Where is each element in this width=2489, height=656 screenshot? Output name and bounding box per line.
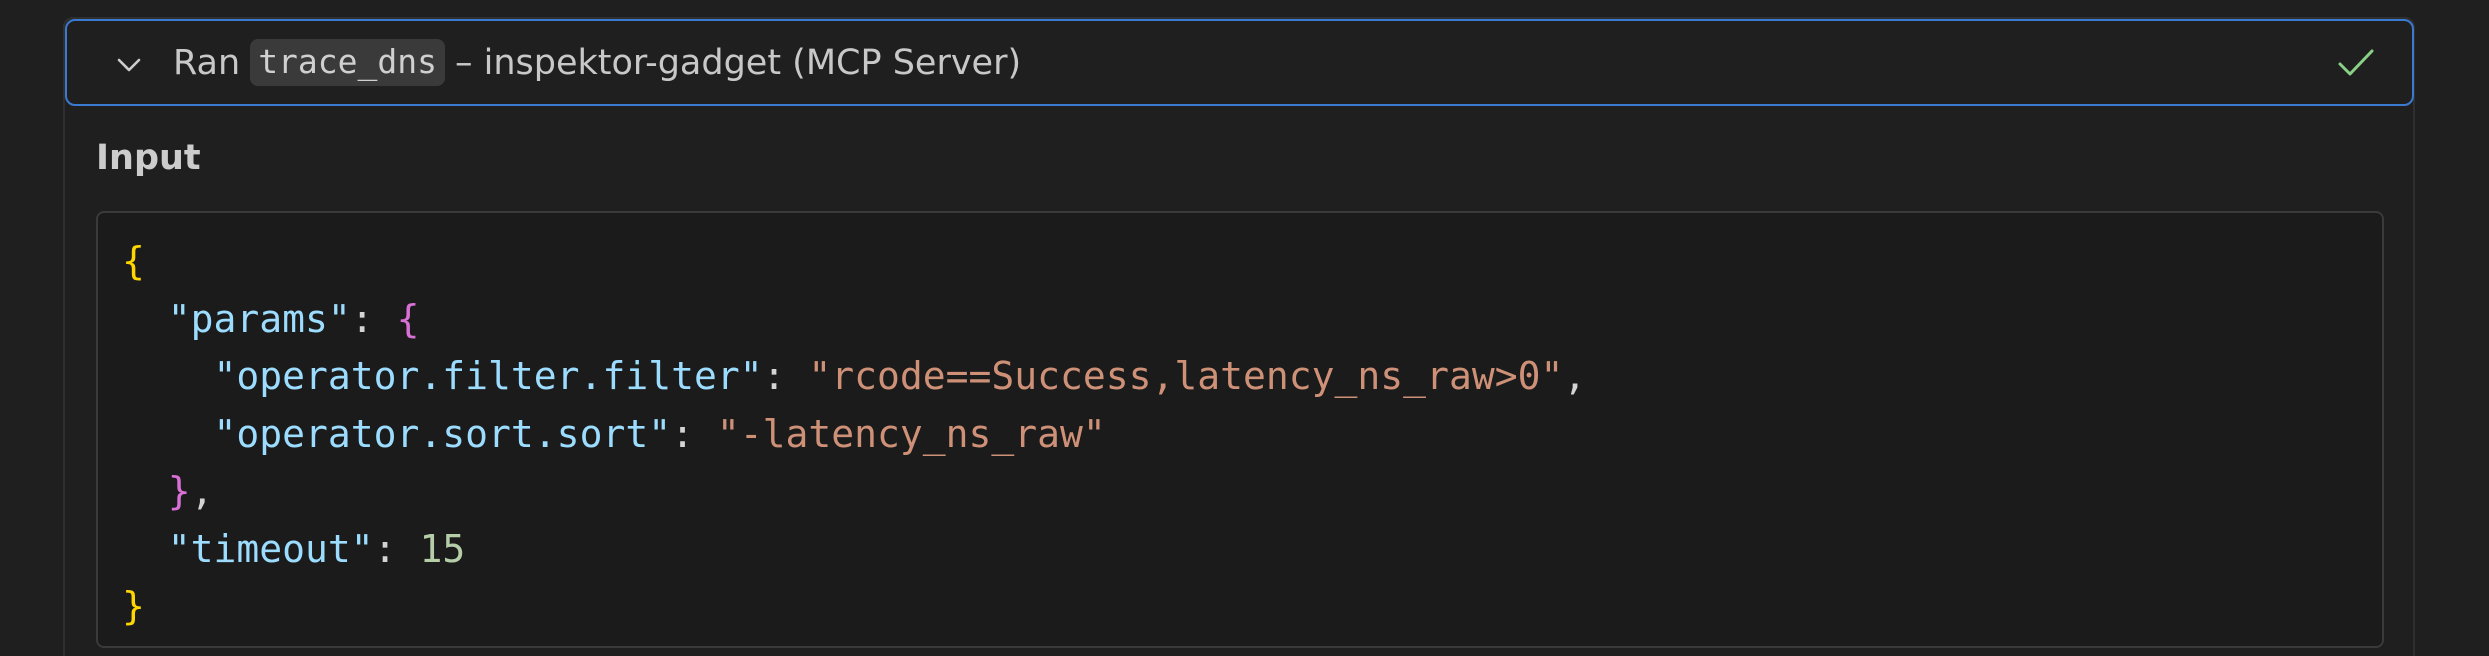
code-line-6: "timeout": 15 bbox=[122, 521, 1586, 579]
code-line-2: "params": { bbox=[122, 291, 1586, 349]
ran-label: Ran bbox=[173, 42, 241, 83]
timeout-key: "timeout" bbox=[167, 526, 374, 571]
code-line-4: "operator.sort.sort": "-latency_ns_raw" bbox=[122, 406, 1586, 464]
tool-call-header[interactable]: Ran trace_dns – inspektor-gadget (MCP Se… bbox=[65, 19, 2414, 106]
checkmark-icon bbox=[2338, 49, 2374, 76]
filter-value: "rcode==Success,latency_ns_raw>0" bbox=[808, 354, 1564, 398]
code-line-1: { bbox=[122, 233, 1586, 291]
json-code: { "params": { "operator.filter.filter": … bbox=[122, 233, 1586, 636]
sort-key: "operator.sort.sort" bbox=[213, 411, 672, 456]
server-label: – inspektor-gadget (MCP Server) bbox=[455, 42, 1022, 83]
comma: , bbox=[190, 469, 214, 513]
colon: : bbox=[671, 411, 717, 456]
close-brace: } bbox=[122, 584, 145, 628]
colon: : bbox=[373, 526, 420, 571]
code-line-7: } bbox=[122, 578, 1586, 636]
comma: , bbox=[1563, 354, 1587, 398]
input-code-block: { "params": { "operator.filter.filter": … bbox=[96, 211, 2384, 648]
filter-key: "operator.filter.filter" bbox=[213, 354, 763, 398]
params-close-brace: } bbox=[167, 469, 191, 513]
timeout-value: 15 bbox=[419, 526, 466, 571]
params-open-brace: { bbox=[396, 296, 420, 341]
tool-name-chip: trace_dns bbox=[250, 39, 445, 86]
colon: : bbox=[762, 354, 809, 398]
params-key: "params" bbox=[167, 296, 351, 341]
open-brace: { bbox=[122, 239, 145, 283]
input-section-label: Input bbox=[96, 138, 201, 178]
code-line-3: "operator.filter.filter": "rcode==Succes… bbox=[122, 348, 1587, 406]
tool-call-title: Ran trace_dns – inspektor-gadget (MCP Se… bbox=[173, 21, 1021, 104]
sort-value: "-latency_ns_raw" bbox=[716, 411, 1106, 456]
code-line-5: }, bbox=[122, 463, 1586, 521]
chevron-down-icon[interactable] bbox=[111, 47, 147, 83]
colon: : bbox=[350, 296, 397, 341]
